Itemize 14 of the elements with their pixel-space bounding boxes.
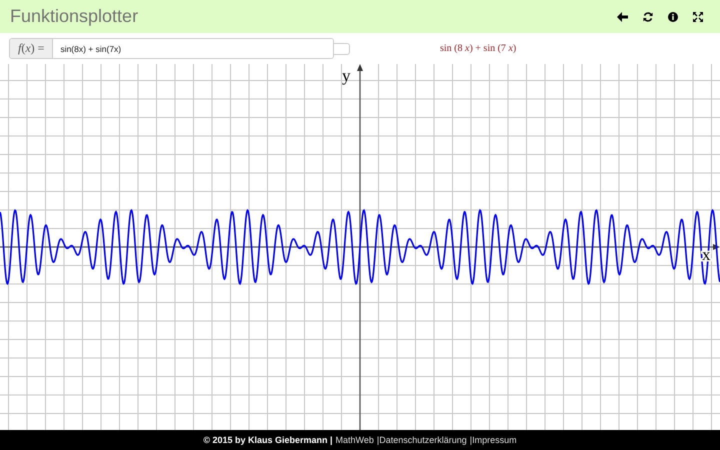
rendered-formula: sin (8 x) + sin (7 x): [440, 43, 516, 54]
info-icon[interactable]: [668, 12, 678, 22]
function-input-field[interactable]: f(x) = sin(8x) + sin(7x): [9, 38, 334, 59]
footer-link[interactable]: Impressum: [472, 435, 517, 445]
separator: |: [376, 435, 380, 445]
separator: |: [470, 435, 472, 445]
app-title: Funktionsplotter: [10, 6, 140, 27]
refresh-icon[interactable]: [643, 12, 653, 22]
y-axis-label: y: [342, 66, 350, 85]
footer-link[interactable]: Datenschutzerklärung: [379, 435, 467, 445]
fullscreen-icon[interactable]: [693, 12, 703, 22]
footer-copyright: © 2015 by Klaus Giebermann |: [203, 435, 333, 445]
back-arrow-icon[interactable]: [617, 12, 628, 22]
footer-link[interactable]: MathWeb: [336, 435, 374, 445]
